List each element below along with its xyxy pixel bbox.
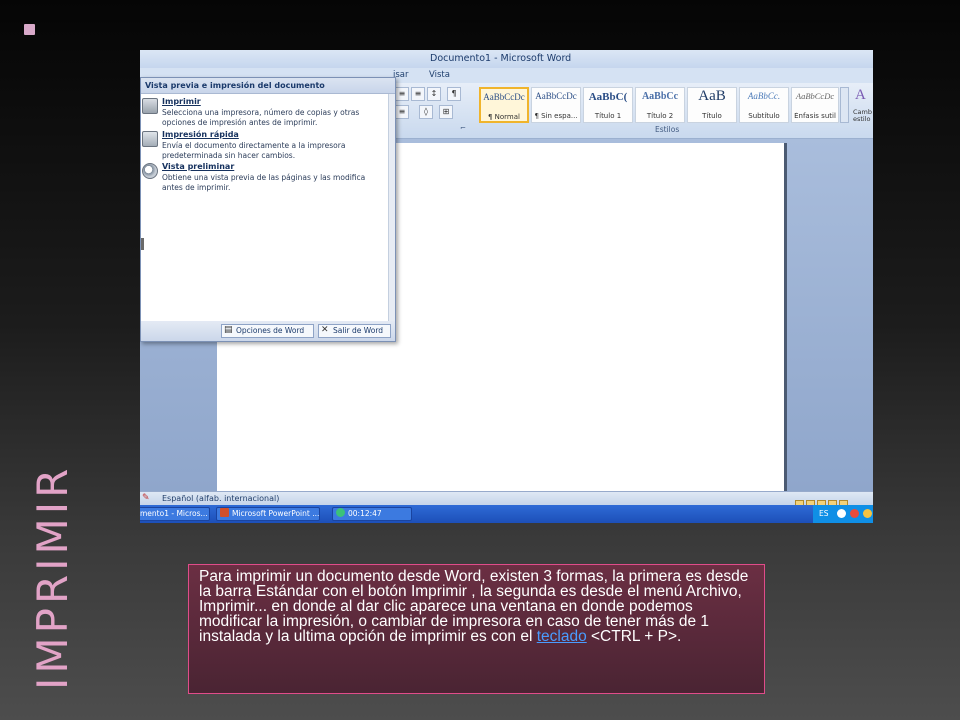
style-preview: AaBbCc. (747, 91, 781, 101)
tab-vista[interactable]: Vista (429, 70, 450, 80)
word-options-button[interactable]: ▤ Opciones de Word (221, 324, 314, 338)
dialog-launcher-icon[interactable]: ⌐ (460, 124, 466, 132)
menu-item-title: Imprimir (162, 97, 201, 106)
status-bar: ✎ Español (alfab. internacional) (140, 491, 873, 509)
messenger-icon (336, 508, 345, 517)
button-label: Opciones de Word (236, 326, 305, 335)
close-icon: ✕ (321, 325, 329, 335)
indent-increase-icon[interactable]: ≡ (411, 87, 425, 101)
style-name: Título (702, 112, 722, 120)
change-styles-button[interactable]: A Camb estilo (853, 87, 873, 127)
borders-icon[interactable]: ⊞ (439, 105, 453, 119)
style-titulo-2[interactable]: AaBbCc Título 2 (635, 87, 685, 123)
style-name: Título 2 (646, 112, 674, 120)
print-menu-title: Vista previa e impresión del documento (145, 81, 325, 90)
task-label: Microsoft PowerPoint ... (232, 509, 320, 518)
system-tray: ES (813, 505, 873, 523)
task-powerpoint[interactable]: Microsoft PowerPoint ... (216, 507, 320, 521)
menu-item-vista-preliminar[interactable]: Vista preliminar Obtiene una vista previ… (141, 162, 387, 194)
line-spacing-icon[interactable]: ≡ (395, 105, 409, 119)
pilcrow-icon[interactable]: ¶ (447, 87, 461, 101)
tray-network-icon[interactable] (837, 509, 846, 518)
menu-item-title: Vista preliminar (162, 162, 235, 171)
quick-print-icon (142, 131, 158, 147)
style-preview: AaBbCcDc (535, 91, 577, 101)
office-print-menu: Vista previa e impresión del documento I… (140, 77, 396, 342)
task-label: 00:12:47 (348, 509, 382, 518)
slide-title: IMPRIMIR (28, 464, 77, 690)
task-timer[interactable]: 00:12:47 (332, 507, 412, 521)
style-subtitulo[interactable]: AaBbCc. Subtítulo (739, 87, 789, 123)
word-screenshot: Documento1 - Microsoft Word isar Vista ≡… (140, 50, 873, 523)
style-preview: AaBbC( (588, 91, 628, 103)
tray-security-icon[interactable] (850, 509, 859, 518)
change-styles-icon: A (855, 87, 866, 103)
status-language[interactable]: Español (alfab. internacional) (162, 494, 279, 503)
style-preview: AaBbCc (641, 91, 679, 102)
options-icon: ▤ (224, 325, 233, 335)
printer-icon (142, 98, 158, 114)
style-name: Énfasis sutil (794, 112, 836, 120)
styles-group-label: Estilos (655, 125, 680, 134)
menu-left-edge (141, 238, 144, 250)
slide-body-textbox: Para imprimir un documento desde Word, e… (188, 564, 765, 694)
tray-language[interactable]: ES (819, 509, 829, 518)
menu-item-impresion-rapida[interactable]: Impresión rápida Envía el documento dire… (141, 130, 387, 162)
slide-bullet (24, 24, 35, 35)
style-titulo[interactable]: AaB Título (687, 87, 737, 123)
style-name: ¶ Sin espa... (534, 112, 578, 120)
spellcheck-icon[interactable]: ✎ (142, 493, 150, 503)
change-styles-label: Camb estilo (853, 108, 872, 123)
window-title: Documento1 - Microsoft Word (430, 53, 572, 64)
style-preview: AaB (698, 88, 726, 104)
view-buttons (795, 494, 869, 509)
print-preview-icon (142, 163, 158, 179)
menu-item-imprimir[interactable]: Imprimir Selecciona una impresora, númer… (141, 97, 387, 129)
menu-item-desc: Selecciona una impresora, número de copi… (162, 108, 360, 127)
body-tail: <CTRL + P>. (586, 628, 682, 645)
style-name: ¶ Normal (487, 113, 520, 121)
keyboard-link[interactable]: teclado (537, 628, 587, 645)
task-word[interactable]: mento1 - Micros... (140, 507, 210, 521)
window-titlebar: Documento1 - Microsoft Word (140, 50, 873, 68)
styles-scroll[interactable] (840, 87, 849, 123)
powerpoint-icon (220, 508, 229, 517)
shading-icon[interactable]: ◊ (419, 105, 433, 119)
print-menu-body: Imprimir Selecciona una impresora, númer… (141, 94, 389, 321)
tray-volume-icon[interactable] (863, 509, 872, 518)
paragraph-tools: ≡ ≡ ↕ ¶ ≡ ◊ ⊞ (395, 87, 473, 125)
menu-item-desc: Obtiene una vista previa de las páginas … (162, 173, 366, 192)
style-name: Subtítulo (748, 112, 780, 120)
button-label: Salir de Word (333, 326, 384, 335)
task-label: mento1 - Micros... (140, 509, 208, 518)
exit-word-button[interactable]: ✕ Salir de Word (318, 324, 391, 338)
style-preview: AaBbCcDc (795, 91, 835, 101)
menu-item-title: Impresión rápida (162, 130, 239, 139)
style-sin-espaciado[interactable]: AaBbCcDc ¶ Sin espa... (531, 87, 581, 123)
style-normal[interactable]: AaBbCcDc ¶ Normal (479, 87, 529, 123)
windows-taskbar: mento1 - Micros... Microsoft PowerPoint … (140, 505, 873, 523)
menu-item-desc: Envía el documento directamente a la imp… (162, 141, 346, 160)
style-name: Título 1 (594, 112, 622, 120)
style-enfasis-sutil[interactable]: AaBbCcDc Énfasis sutil (791, 87, 839, 123)
print-menu-footer: ▤ Opciones de Word ✕ Salir de Word (141, 321, 395, 341)
style-titulo-1[interactable]: AaBbC( Título 1 (583, 87, 633, 123)
sort-icon[interactable]: ↕ (427, 87, 441, 101)
print-menu-header: Vista previa e impresión del documento (141, 78, 395, 94)
style-preview: AaBbCcDc (483, 92, 525, 102)
indent-decrease-icon[interactable]: ≡ (395, 87, 409, 101)
